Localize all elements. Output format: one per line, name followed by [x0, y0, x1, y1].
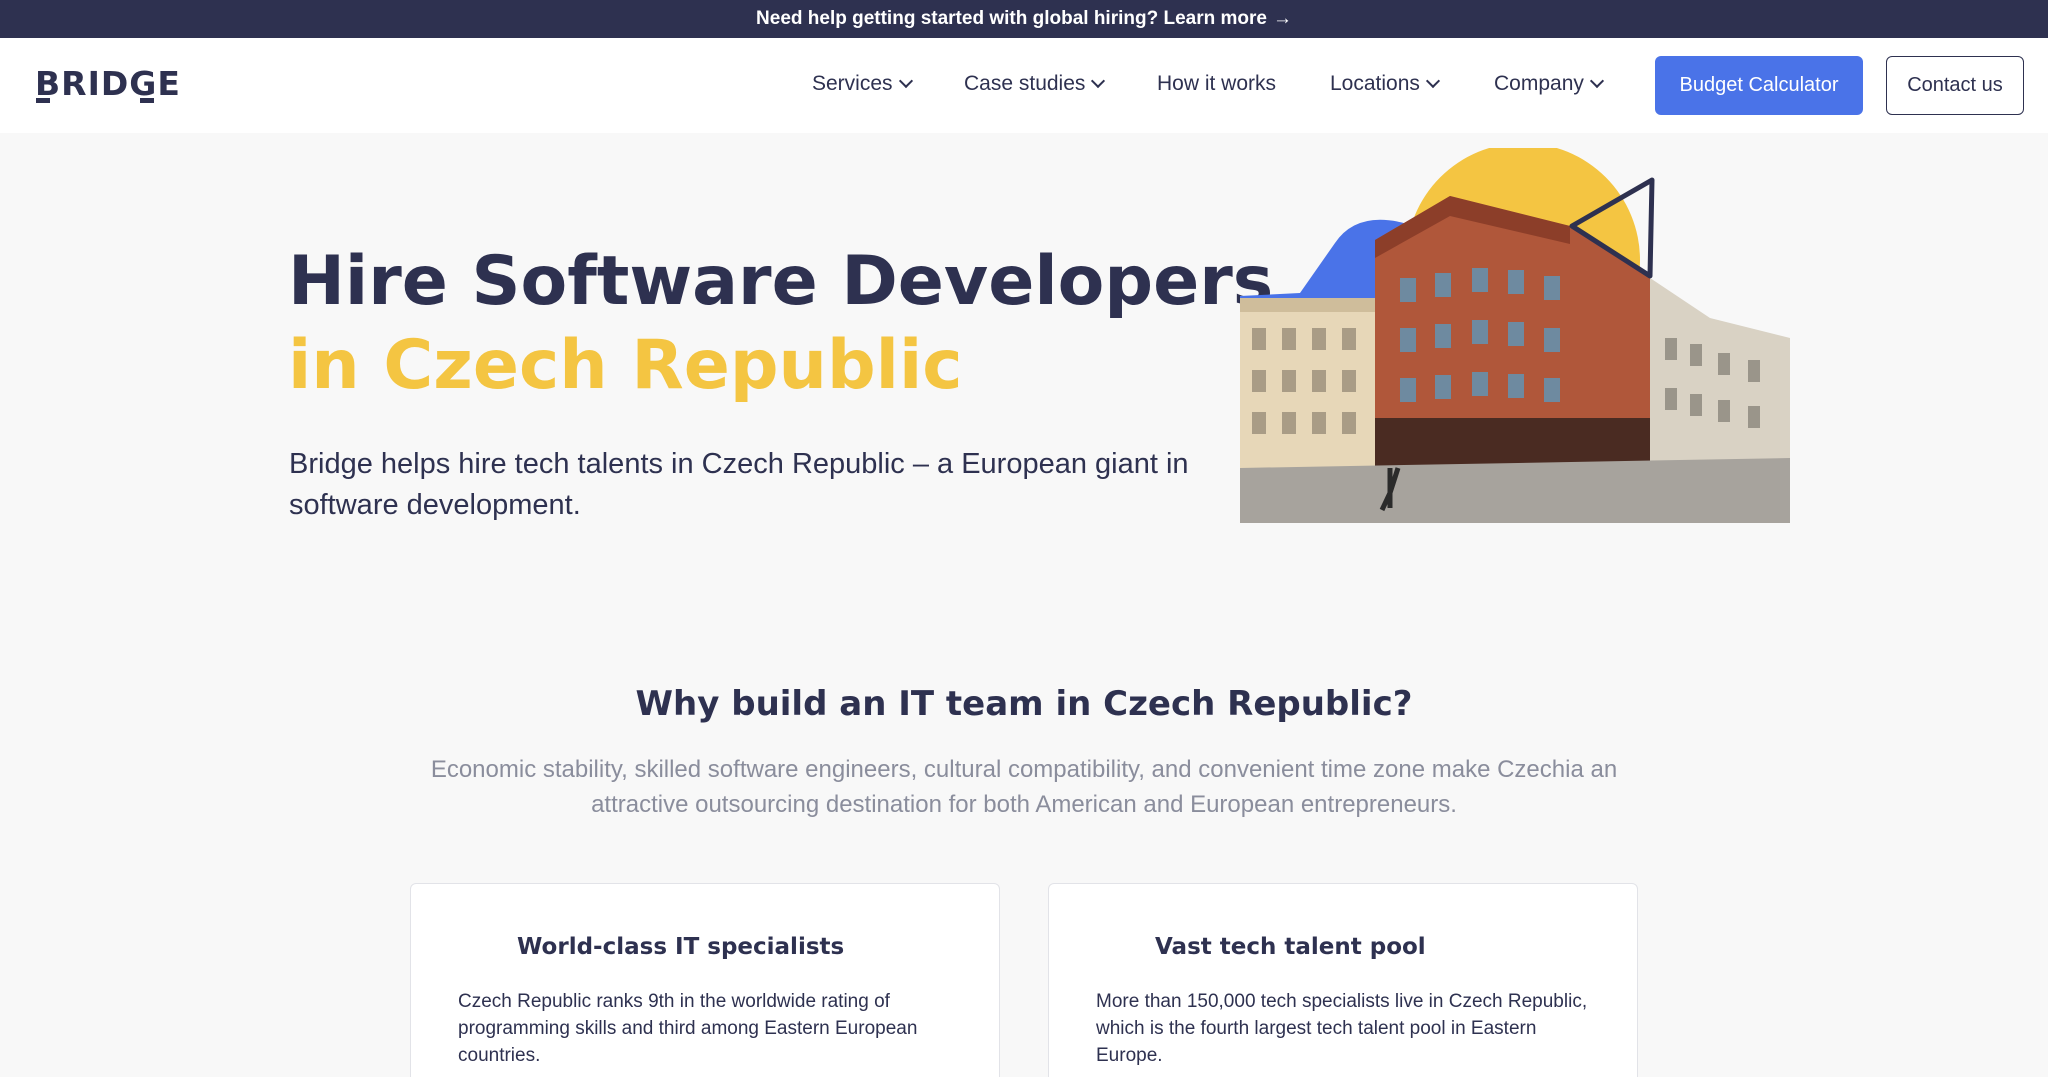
feature-card: Vast tech talent pool More than 150,000 … — [1048, 883, 1638, 1077]
chevron-down-icon — [1589, 73, 1604, 89]
section-subtitle: Economic stability, skilled software eng… — [430, 756, 1618, 818]
chevron-down-icon — [1091, 73, 1106, 89]
logo[interactable]: BRIDGE — [35, 64, 181, 103]
nav-locations[interactable]: Locations — [1330, 72, 1440, 96]
section-title: Why build an IT team in Czech Republic? — [635, 684, 1413, 724]
nav-company-label: Company — [1494, 72, 1584, 95]
nav-services[interactable]: Services — [812, 72, 913, 96]
feature-card-text: Czech Republic ranks 9th in the worldwid… — [458, 991, 918, 1066]
nav-case-studies-label: Case studies — [964, 72, 1086, 95]
hero-title-line1: Hire Software Developers — [288, 242, 1274, 321]
announcement-bar[interactable]: Need help getting started with global hi… — [0, 0, 2048, 38]
hero-title: Hire Software Developers in Czech Republ… — [288, 240, 1273, 408]
nav-company[interactable]: Company — [1494, 72, 1604, 96]
nav-how-it-works-label: How it works — [1157, 72, 1277, 95]
arrow-right-icon: → — [1272, 8, 1292, 29]
hero-subtitle: Bridge helps hire tech talents in Czech … — [289, 448, 1189, 521]
nav-how-it-works[interactable]: How it works — [1157, 72, 1276, 96]
nav-locations-label: Locations — [1330, 72, 1420, 95]
feature-card: World-class IT specialists Czech Republi… — [410, 883, 1000, 1077]
chevron-down-icon — [1425, 73, 1440, 89]
logo-underline-left — [36, 98, 50, 103]
feature-card-text: More than 150,000 tech specialists live … — [1096, 991, 1588, 1066]
feature-card-title: Vast tech talent pool — [1155, 934, 1426, 960]
feature-card-title: World-class IT specialists — [517, 934, 845, 960]
announcement-text[interactable]: Need help getting started with global hi… — [756, 8, 1267, 30]
chevron-down-icon — [898, 73, 913, 89]
logo-underline-right — [140, 98, 154, 103]
contact-us-button[interactable]: Contact us — [1886, 56, 2024, 115]
hero-title-line2: in Czech Republic — [288, 326, 963, 405]
nav-services-label: Services — [812, 72, 893, 95]
budget-calculator-button[interactable]: Budget Calculator — [1655, 56, 1863, 115]
nav-case-studies[interactable]: Case studies — [964, 72, 1106, 96]
hero-image-prague-building — [1240, 148, 1790, 523]
